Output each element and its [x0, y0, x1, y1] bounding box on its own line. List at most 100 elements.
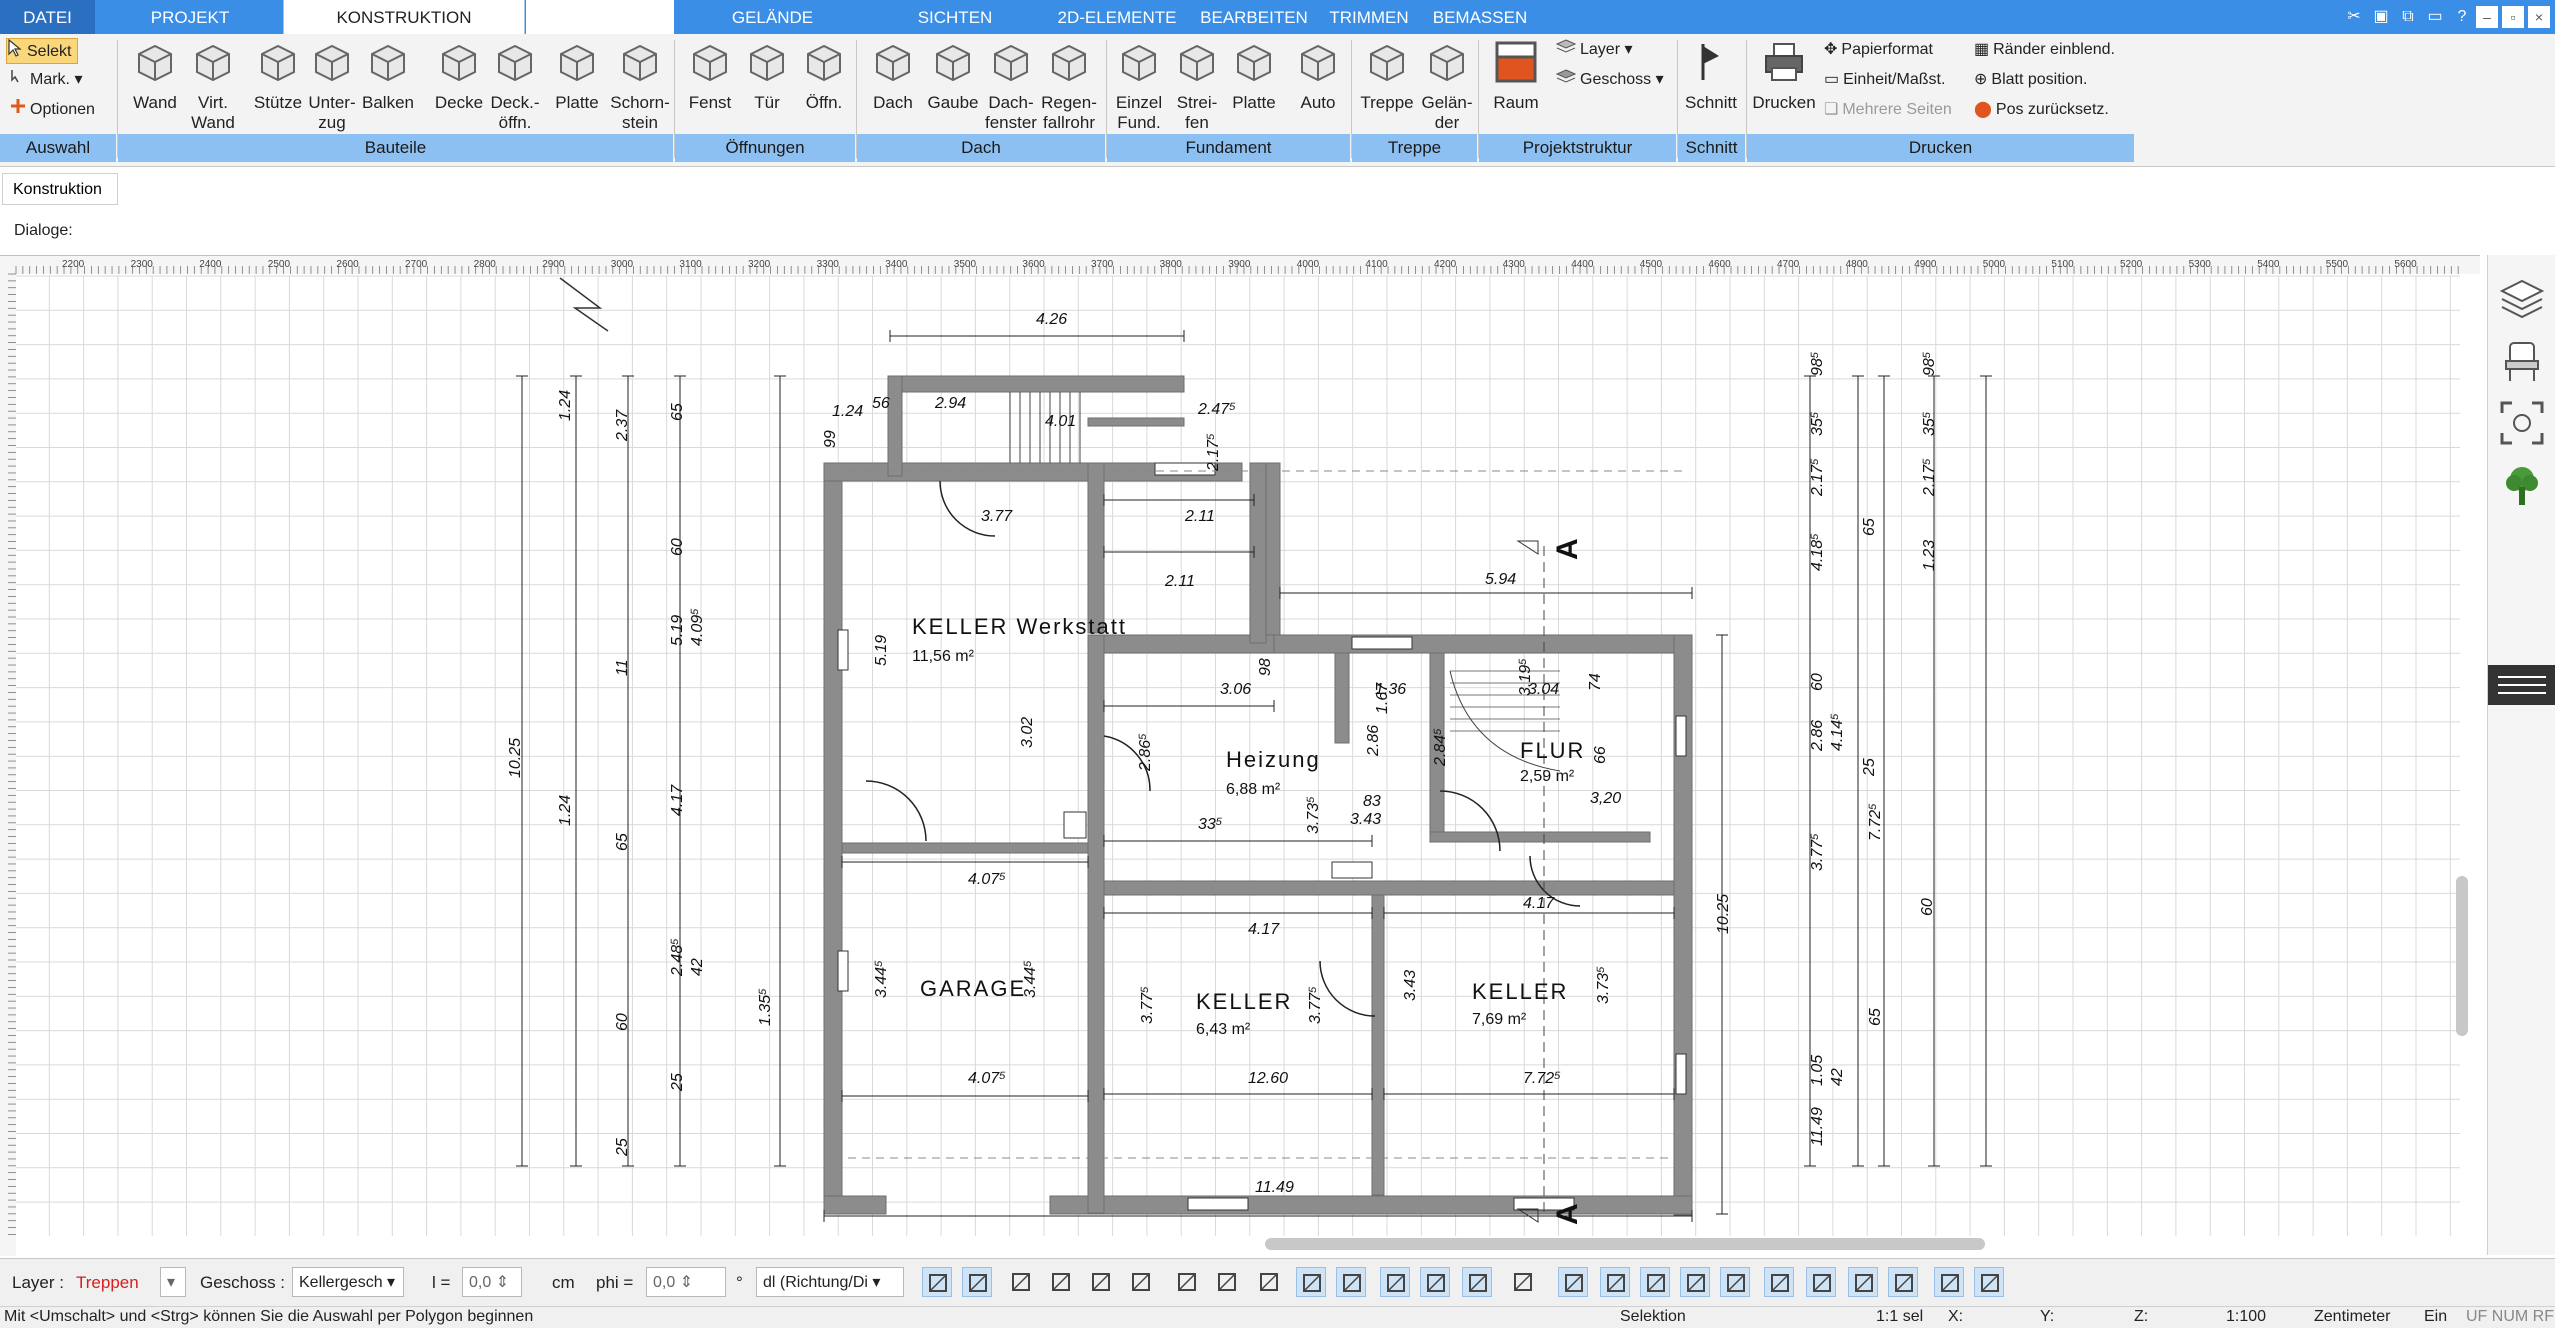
help-icon[interactable]: ?	[2451, 6, 2473, 28]
raender-button[interactable]: ▦ Ränder einblend.	[1974, 38, 2115, 62]
mehrere-seiten-button[interactable]: ❏ Mehrere Seiten	[1824, 98, 1952, 122]
view4-icon[interactable]	[1680, 1267, 1710, 1297]
line-weight-icon[interactable]	[1006, 1267, 1036, 1297]
hatch2-icon[interactable]	[962, 1267, 992, 1297]
ruler-label: 4600	[1708, 259, 1731, 270]
menu-toggle[interactable]	[2488, 665, 2555, 705]
window-icon[interactable]: ▣	[2370, 6, 2392, 28]
tab-bemassen[interactable]: BEMASSEN	[1428, 0, 1532, 34]
wand-button[interactable]: Wand	[128, 40, 182, 113]
frame-icon[interactable]	[1212, 1267, 1242, 1297]
drawing-canvas[interactable]: 2200 2300 2400 2500 2600 2700 2800 2900 3000 3100…	[0, 255, 2480, 1256]
layer-dropdown[interactable]: ▾	[160, 1267, 186, 1297]
layout-icon[interactable]: ▭	[2424, 6, 2446, 28]
focus-icon[interactable]	[2498, 399, 2546, 447]
unterzug-button[interactable]: Unter- zug	[302, 40, 362, 133]
schornstein-button[interactable]: Schorn- stein	[610, 40, 670, 133]
tab-sichten[interactable]: SICHTEN	[880, 0, 1030, 34]
tab-blank[interactable]	[526, 0, 674, 34]
tab-projekt[interactable]: PROJEKT	[110, 0, 270, 34]
minimize-button[interactable]: –	[2476, 6, 2498, 28]
view6-icon[interactable]	[1764, 1267, 1794, 1297]
dimension-text: 2.86	[1365, 725, 1382, 757]
platte-button[interactable]: Platte	[548, 40, 606, 113]
layer-stack-icon[interactable]	[1380, 1267, 1410, 1297]
tab-konstruktion[interactable]: KONSTRUKTION	[283, 0, 525, 34]
oeffn-button[interactable]: Öffn.	[796, 40, 852, 113]
floor-plan[interactable]: 2200 2300 2400 2500 2600 2700 2800 2900 3000 3100…	[0, 256, 2480, 1256]
deck-oeffn-button[interactable]: Deck.- öffn.	[486, 40, 544, 133]
pos-zurueck-button[interactable]: ⬤ Pos zurücksetz.	[1974, 98, 2109, 122]
tree-icon[interactable]	[2498, 461, 2546, 509]
restore-icon[interactable]: ⧉	[2397, 6, 2419, 28]
view2-icon[interactable]	[1600, 1267, 1630, 1297]
tab-datei[interactable]: DATEI	[0, 0, 95, 34]
raum-button[interactable]: Raum	[1484, 40, 1548, 113]
dl-select[interactable]: dl (Richtung/Di ▾	[756, 1267, 904, 1297]
view3-icon[interactable]	[1640, 1267, 1670, 1297]
layer-button[interactable]: Layer ▾	[1555, 38, 1633, 62]
virt-wand-button[interactable]: Virt. Wand	[186, 40, 240, 133]
tuer-button[interactable]: Tür	[742, 40, 792, 113]
geschoss-button[interactable]: Geschoss ▾	[1555, 68, 1664, 92]
snap-line-icon[interactable]	[1296, 1267, 1326, 1297]
geschoss-select[interactable]: Kellergesch ▾	[292, 1267, 404, 1297]
gelaender-button[interactable]: Gelän- der	[1420, 40, 1474, 133]
tools-icon[interactable]: ✂	[2343, 6, 2365, 28]
einzel-fund-button[interactable]: Einzel Fund.	[1112, 40, 1166, 133]
fund-platte-button[interactable]: Platte	[1226, 40, 1282, 113]
balken-button[interactable]: Balken	[358, 40, 418, 113]
close-button[interactable]: ×	[2528, 6, 2550, 28]
hatch-icon[interactable]	[922, 1267, 952, 1297]
room-keller-1-name: KELLER	[1196, 989, 1292, 1014]
auto-button[interactable]: Auto	[1290, 40, 1346, 113]
point-icon[interactable]	[1508, 1267, 1538, 1297]
zoom-icon[interactable]	[1086, 1267, 1116, 1297]
view7-icon[interactable]	[1806, 1267, 1836, 1297]
stuetze-button[interactable]: Stütze	[250, 40, 306, 113]
text-abc-icon[interactable]	[1126, 1267, 1156, 1297]
drucken-button[interactable]: Drucken	[1750, 40, 1818, 113]
dach-button[interactable]: Dach	[864, 40, 922, 113]
fenst-button[interactable]: Fenst	[682, 40, 738, 113]
gaube-button[interactable]: Gaube	[924, 40, 982, 113]
arrow-icon[interactable]	[1934, 1267, 1964, 1297]
streifen-button[interactable]: Strei- fen	[1170, 40, 1224, 133]
dimension-icon[interactable]	[1172, 1267, 1202, 1297]
chair-icon[interactable]	[2498, 337, 2546, 385]
einheit-button[interactable]: ▭ Einheit/Maßst.	[1824, 68, 1945, 92]
maximize-button[interactable]: ▫	[2502, 6, 2524, 28]
layer-fill-icon[interactable]	[1420, 1267, 1450, 1297]
optionen-button[interactable]: Optionen	[10, 98, 95, 122]
schnitt-icon	[1680, 40, 1742, 89]
tab-bearbeiten[interactable]: BEARBEITEN	[1196, 0, 1312, 34]
north-icon[interactable]	[1462, 1267, 1492, 1297]
phi-input[interactable]: 0,0 ⇕	[646, 1267, 726, 1297]
tab-trimmen[interactable]: TRIMMEN	[1322, 0, 1416, 34]
konstruktion-panel-tab[interactable]: Konstruktion	[2, 173, 118, 205]
dachfenster-button[interactable]: Dach- fenster	[982, 40, 1040, 133]
blatt-button[interactable]: ⊕ Blatt position.	[1974, 68, 2087, 92]
grid-icon[interactable]	[1888, 1267, 1918, 1297]
line-style-icon[interactable]	[1046, 1267, 1076, 1297]
regenfallrohr-button[interactable]: Regen- fallrohr	[1038, 40, 1100, 133]
schnitt-button[interactable]: Schnitt	[1680, 40, 1742, 113]
tab-gelaende[interactable]: GELÄNDE	[690, 0, 855, 34]
papierformat-button[interactable]: ✥ Papierformat	[1824, 38, 1933, 62]
view5-icon[interactable]	[1720, 1267, 1750, 1297]
treppe-button[interactable]: Treppe	[1358, 40, 1416, 113]
decke-button[interactable]: Decke	[430, 40, 488, 113]
view1-icon[interactable]	[1558, 1267, 1588, 1297]
cursor-select-icon[interactable]	[1974, 1267, 2004, 1297]
l-input[interactable]: 0,0 ⇕	[462, 1267, 522, 1297]
layer-value[interactable]: Treppen	[76, 1273, 139, 1293]
dimension-text: 65	[1861, 518, 1878, 536]
surface-icon[interactable]	[1336, 1267, 1366, 1297]
mark-button[interactable]: Mark. ▾	[10, 68, 82, 92]
layers-view-icon[interactable]	[2498, 275, 2546, 323]
ruler-label: 3100	[679, 259, 702, 270]
selekt-button[interactable]: Selekt	[6, 38, 79, 64]
fill-icon[interactable]	[1254, 1267, 1284, 1297]
tab-2d-elemente[interactable]: 2D-ELEMENTE	[1052, 0, 1182, 34]
view8-icon[interactable]	[1848, 1267, 1878, 1297]
